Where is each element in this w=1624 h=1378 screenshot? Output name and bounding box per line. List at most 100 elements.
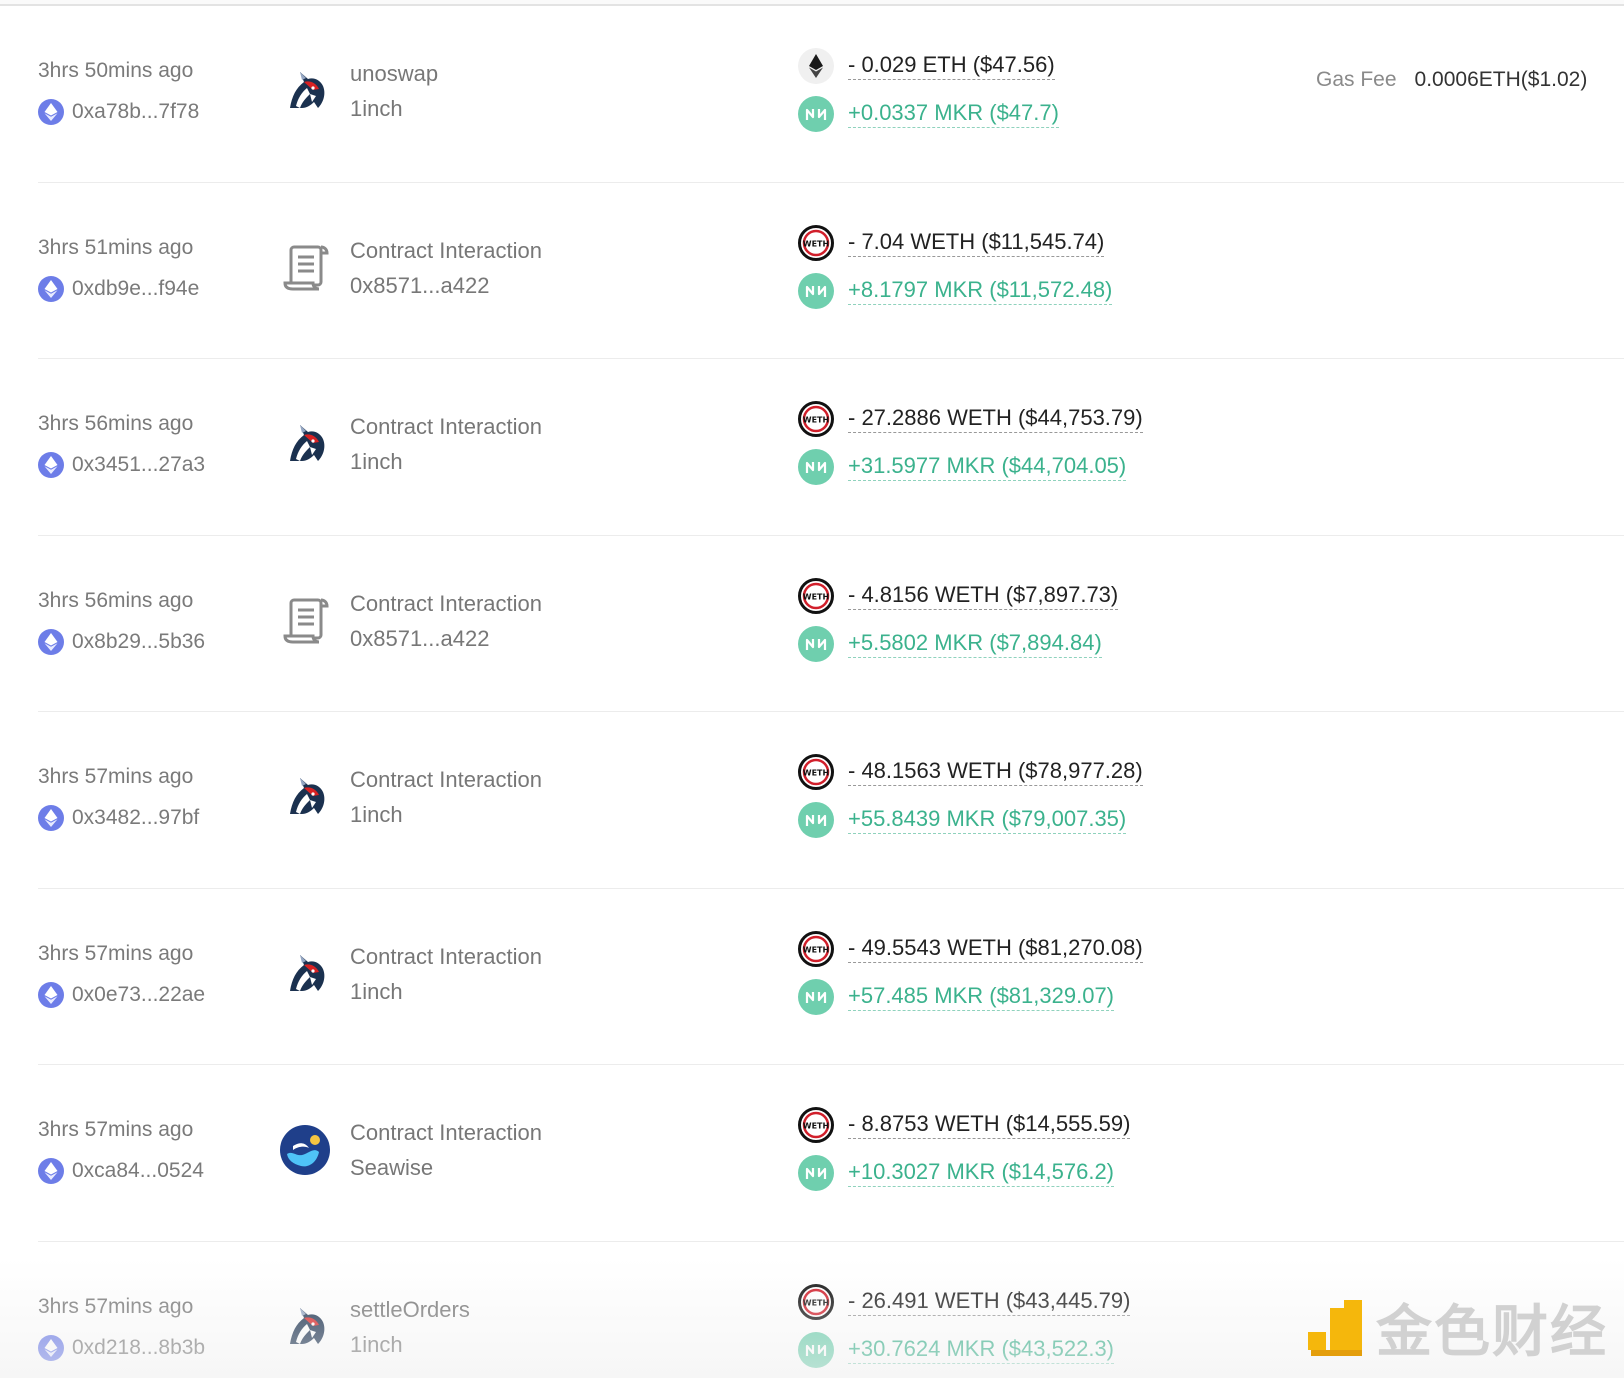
token-out-line: WETH - 27.2886 WETH ($44,753.79): [798, 399, 1318, 439]
mkr-token-icon: [798, 449, 834, 485]
1inch-unicorn-icon: [290, 1307, 325, 1344]
tx-from-address[interactable]: 0xdb9e...f94e: [38, 275, 268, 303]
tx-time: 3hrs 57mins ago: [38, 765, 194, 788]
protocol-icon-slot: [278, 417, 332, 471]
token-transfers: WETH - 4.8156 WETH ($7,897.73) +5.5802 M…: [798, 576, 1318, 664]
token-out-line: WETH - 48.1563 WETH ($78,977.28): [798, 752, 1318, 792]
method-column: Contract Interaction 1inch: [350, 942, 770, 1007]
protocol-icon-slot: [278, 64, 332, 118]
token-in-amount[interactable]: +30.7624 MKR ($43,522.3): [848, 1336, 1115, 1364]
weth-token-icon: WETH: [798, 754, 834, 790]
ethereum-icon: [38, 628, 64, 655]
method-column: settleOrders 1inch: [350, 1295, 770, 1360]
tx-time: 3hrs 56mins ago: [38, 412, 194, 435]
token-transfers: WETH - 7.04 WETH ($11,545.74) +8.1797 MK…: [798, 223, 1318, 311]
token-out-line: WETH - 7.04 WETH ($11,545.74): [798, 223, 1318, 263]
tx-protocol[interactable]: 1inch: [350, 800, 770, 830]
weth-token-icon: WETH: [798, 1283, 834, 1320]
mkr-token-icon: [798, 1331, 834, 1368]
token-out-amount[interactable]: - 0.029 ETH ($47.56): [848, 52, 1055, 80]
contract-scroll-icon: [283, 598, 329, 643]
eth-token-icon: [798, 48, 834, 84]
svg-text:WETH: WETH: [803, 769, 829, 778]
token-in-amount[interactable]: +55.8439 MKR ($79,007.35): [848, 806, 1127, 834]
weth-token-icon: WETH: [798, 930, 834, 967]
protocol-icon-slot: [278, 1123, 332, 1177]
seawise-icon: [280, 1125, 330, 1175]
svg-text:WETH: WETH: [803, 592, 829, 601]
tx-time: 3hrs 57mins ago: [38, 1294, 194, 1318]
tx-from-address[interactable]: 0x8b29...5b36: [38, 628, 268, 656]
tx-protocol[interactable]: 0x8571...a422: [350, 271, 770, 301]
token-out-amount[interactable]: - 7.04 WETH ($11,545.74): [848, 229, 1105, 257]
protocol-icon-slot: [278, 594, 332, 648]
tx-from-address[interactable]: 0xd218...8b3b: [38, 1334, 268, 1362]
tx-method: Contract Interaction: [350, 1120, 542, 1145]
time-column: 3hrs 56mins ago 0x8b29...5b36: [38, 586, 268, 656]
token-in-amount[interactable]: +10.3027 MKR ($14,576.2): [848, 1159, 1115, 1187]
protocol-icon-slot: [278, 1300, 332, 1354]
table-row[interactable]: 3hrs 56mins ago 0x8b29...5b36 Contract I…: [38, 536, 1624, 712]
method-column: Contract Interaction 0x8571...a422: [350, 589, 770, 654]
token-transfers: WETH - 26.491 WETH ($43,445.79) +30.7624…: [798, 1282, 1318, 1370]
token-in-amount[interactable]: +8.1797 MKR ($11,572.48): [848, 277, 1113, 305]
gas-fee: Gas Fee 0.0006ETH($1.02): [1316, 68, 1587, 92]
svg-text:WETH: WETH: [803, 1122, 829, 1131]
token-in-amount[interactable]: +31.5977 MKR ($44,704.05): [848, 453, 1127, 481]
tx-protocol[interactable]: Seawise: [350, 1153, 770, 1183]
token-transfers: WETH - 8.8753 WETH ($14,555.59) +10.3027…: [798, 1105, 1318, 1193]
tx-protocol[interactable]: 0x8571...a422: [350, 624, 770, 654]
token-out-line: WETH - 26.491 WETH ($43,445.79): [798, 1282, 1318, 1322]
tx-protocol[interactable]: 1inch: [350, 977, 770, 1007]
tx-from-address[interactable]: 0x3482...97bf: [38, 804, 268, 832]
token-out-amount[interactable]: - 4.8156 WETH ($7,897.73): [848, 582, 1119, 610]
token-transfers: WETH - 48.1563 WETH ($78,977.28) +55.843…: [798, 752, 1318, 840]
ethereum-icon: [38, 99, 64, 125]
token-out-amount[interactable]: - 8.8753 WETH ($14,555.59): [848, 1111, 1131, 1139]
table-row[interactable]: 3hrs 51mins ago 0xdb9e...f94e Contract I…: [38, 183, 1624, 359]
tx-protocol[interactable]: 1inch: [350, 1330, 770, 1360]
tx-from-address[interactable]: 0xa78b...7f78: [38, 98, 268, 126]
token-in-amount[interactable]: +0.0337 MKR ($47.7): [848, 100, 1059, 128]
token-out-amount[interactable]: - 48.1563 WETH ($78,977.28): [848, 758, 1143, 786]
time-column: 3hrs 57mins ago 0xca84...0524: [38, 1115, 268, 1185]
weth-token-icon: WETH: [798, 224, 834, 261]
table-row[interactable]: 3hrs 57mins ago 0xca84...0524 Contract I…: [38, 1065, 1624, 1242]
tx-from-address[interactable]: 0x3451...27a3: [38, 451, 268, 479]
token-in-amount[interactable]: +57.485 MKR ($81,329.07): [848, 983, 1115, 1011]
address-text: 0xdb9e...f94e: [72, 276, 200, 300]
token-in-line: +5.5802 MKR ($7,894.84): [798, 624, 1318, 664]
token-transfers: - 0.029 ETH ($47.56) +0.0337 MKR ($47.7): [798, 46, 1318, 134]
gas-fee-label: Gas Fee: [1316, 68, 1397, 91]
tx-time: 3hrs 57mins ago: [38, 941, 194, 965]
svg-text:WETH: WETH: [803, 1298, 829, 1307]
svg-text:WETH: WETH: [803, 239, 829, 248]
table-row[interactable]: 3hrs 57mins ago 0x3482...97bf Contract I…: [38, 712, 1624, 889]
token-transfers: WETH - 27.2886 WETH ($44,753.79) +31.597…: [798, 399, 1318, 487]
token-out-amount[interactable]: - 27.2886 WETH ($44,753.79): [848, 405, 1143, 433]
token-out-amount[interactable]: - 26.491 WETH ($43,445.79): [848, 1288, 1131, 1316]
table-row[interactable]: 3hrs 56mins ago 0x3451...27a3 Contract I…: [38, 359, 1624, 536]
token-in-line: +10.3027 MKR ($14,576.2): [798, 1153, 1318, 1193]
token-in-line: +30.7624 MKR ($43,522.3): [798, 1330, 1318, 1370]
tx-from-address[interactable]: 0xca84...0524: [38, 1157, 268, 1185]
token-in-amount[interactable]: +5.5802 MKR ($7,894.84): [848, 630, 1102, 658]
table-row[interactable]: 3hrs 57mins ago 0x0e73...22ae Contract I…: [38, 889, 1624, 1065]
time-column: 3hrs 57mins ago 0x0e73...22ae: [38, 939, 268, 1009]
tx-from-address[interactable]: 0x0e73...22ae: [38, 981, 268, 1009]
address-text: 0x8b29...5b36: [72, 629, 206, 653]
weth-token-icon: WETH: [798, 577, 834, 614]
time-column: 3hrs 57mins ago 0xd218...8b3b: [38, 1292, 268, 1362]
ethereum-icon: [38, 805, 64, 831]
table-row[interactable]: 3hrs 50mins ago 0xa78b...7f78 unoswap 1i…: [38, 6, 1624, 183]
tx-protocol[interactable]: 1inch: [350, 94, 770, 124]
time-column: 3hrs 51mins ago 0xdb9e...f94e: [38, 233, 268, 303]
token-out-amount[interactable]: - 49.5543 WETH ($81,270.08): [848, 935, 1143, 963]
time-column: 3hrs 56mins ago 0x3451...27a3: [38, 409, 268, 479]
tx-method: unoswap: [350, 61, 439, 86]
tx-protocol[interactable]: 1inch: [350, 447, 770, 477]
token-transfers: WETH - 49.5543 WETH ($81,270.08) +57.485…: [798, 929, 1318, 1017]
token-out-line: - 0.029 ETH ($47.56): [798, 46, 1318, 86]
tx-time: 3hrs 56mins ago: [38, 588, 194, 612]
protocol-icon-slot: [278, 947, 332, 1001]
